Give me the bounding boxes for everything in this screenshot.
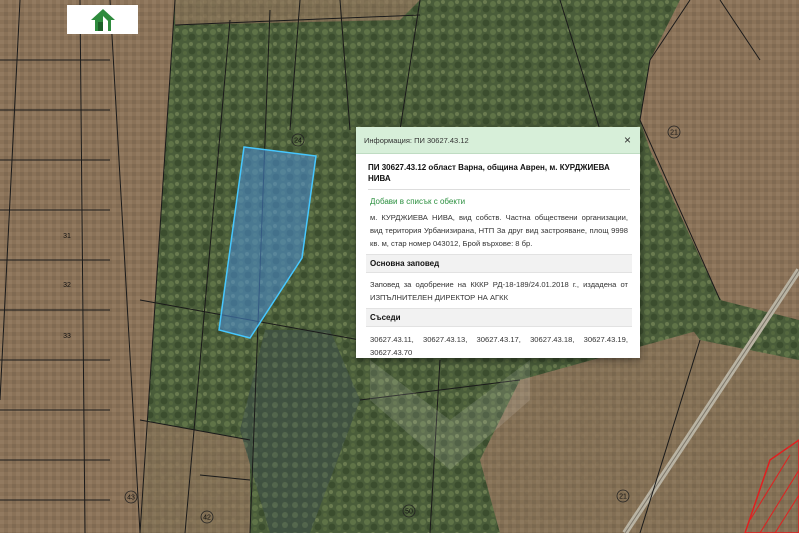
parcel-label: 32 (63, 282, 71, 289)
parcel-heading: ПИ 30627.43.12 област Варна, община Авре… (368, 162, 630, 190)
neighbor-link[interactable]: 30627.43.19, (584, 333, 628, 346)
neighbor-link[interactable]: 30627.43.11, (370, 333, 414, 346)
info-popup: Информация: ПИ 30627.43.12 × ПИ 30627.43… (356, 127, 640, 358)
neighbors-heading: Съседи (366, 308, 632, 327)
add-to-list-link[interactable]: Добави в списък с обекти (370, 197, 628, 206)
svg-text:33: 33 (63, 333, 71, 340)
close-button[interactable]: × (624, 134, 631, 146)
svg-text:31: 31 (63, 233, 71, 240)
neighbor-link[interactable]: 30627.43.70 (370, 346, 628, 358)
popup-title: Информация: ПИ 30627.43.12 (364, 135, 469, 145)
svg-text:21: 21 (619, 494, 627, 501)
neighbor-link[interactable]: 30627.43.13, (423, 333, 467, 346)
site-logo[interactable] (67, 5, 138, 34)
svg-text:42: 42 (203, 515, 211, 522)
popup-header: Информация: ПИ 30627.43.12 × (356, 127, 640, 154)
svg-text:32: 32 (63, 282, 71, 289)
parcel-label: 33 (63, 333, 71, 340)
svg-text:43: 43 (127, 495, 135, 502)
svg-text:50: 50 (405, 509, 413, 516)
order-text: Заповед за одобрение на КККР РД-18-189/2… (370, 280, 628, 302)
neighbors-list: 30627.43.11, 30627.43.13, 30627.43.17, 3… (370, 333, 628, 358)
svg-text:24: 24 (294, 138, 302, 145)
house-logo-icon (90, 8, 115, 31)
neighbor-link[interactable]: 30627.43.17, (477, 333, 521, 346)
parcel-description: м. КУРДЖИЕВА НИВА, вид собств. Частна об… (370, 213, 628, 248)
parcel-label: 31 (63, 233, 71, 240)
svg-text:21: 21 (670, 130, 678, 137)
order-heading: Основна заповед (366, 254, 632, 273)
neighbor-link[interactable]: 30627.43.18, (530, 333, 574, 346)
